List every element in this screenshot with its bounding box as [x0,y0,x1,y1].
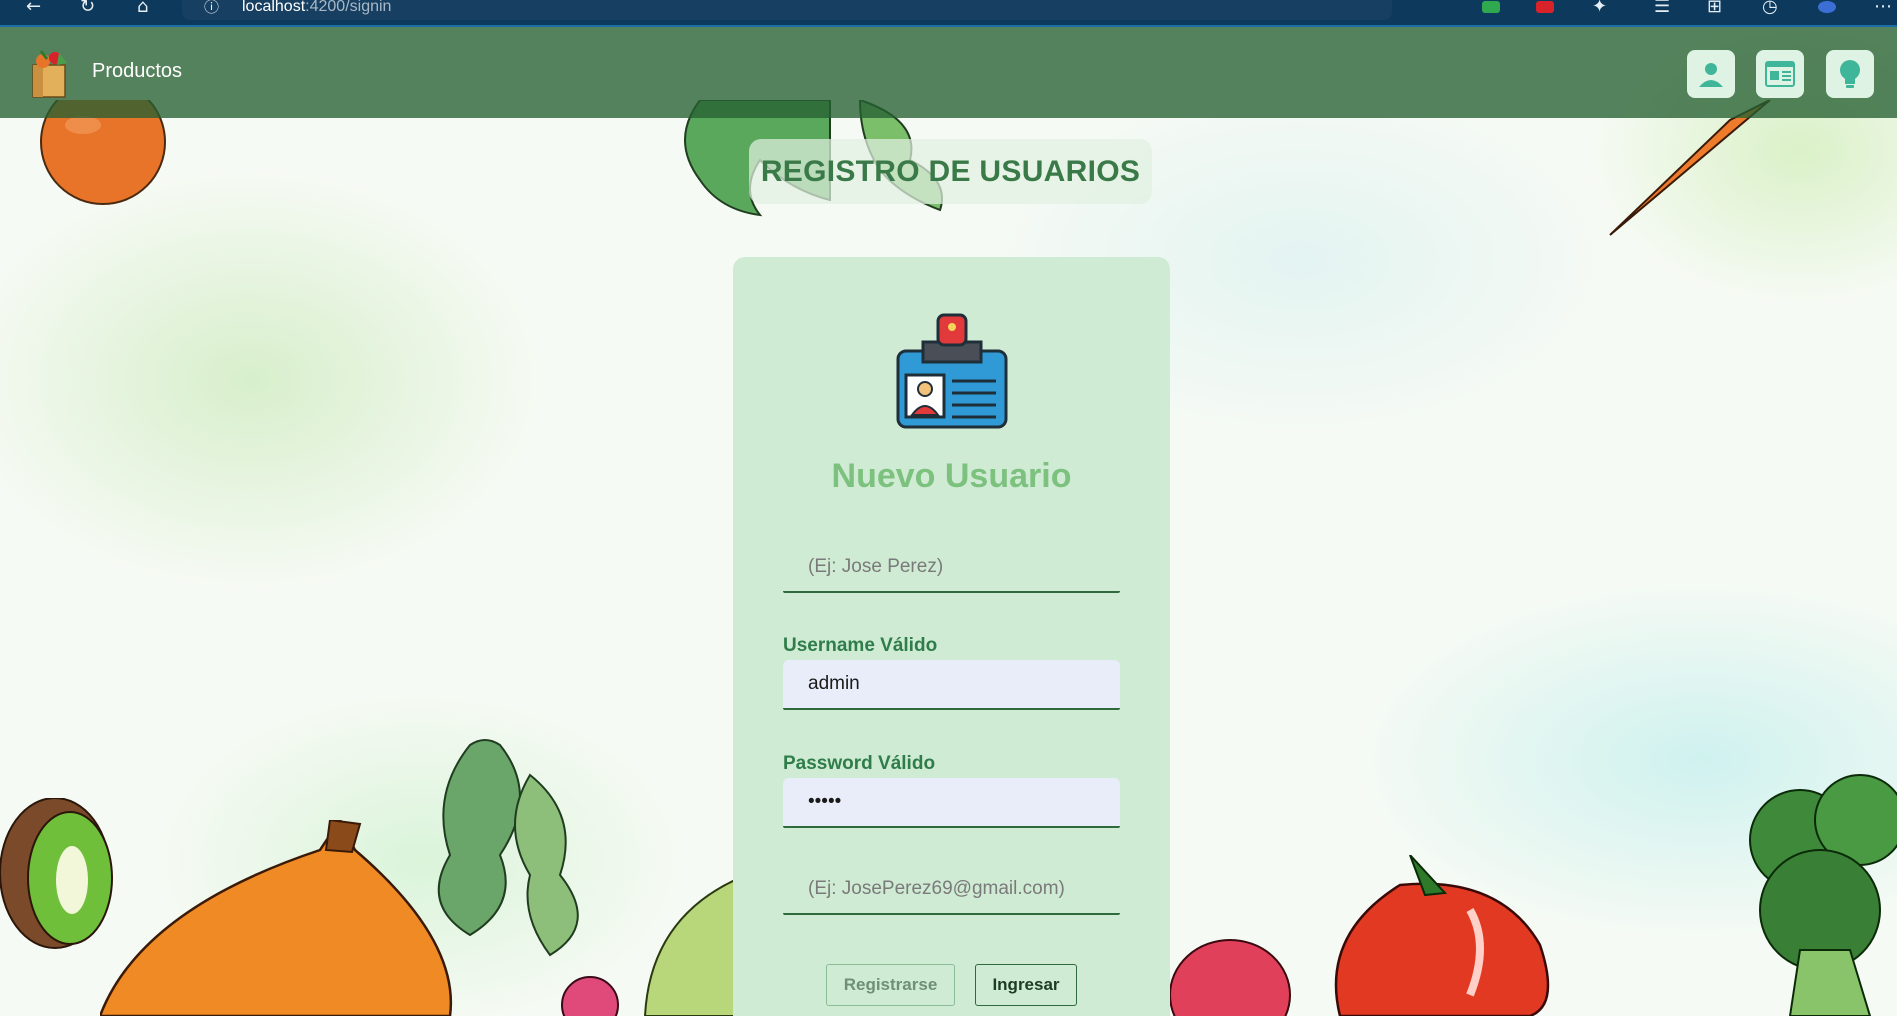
title-badge: REGISTRO DE USUARIOS [749,139,1152,204]
puzzle-extension-icon[interactable]: ✦ [1592,0,1607,16]
ideas-button[interactable] [1826,50,1874,98]
username-label: Username Válido [783,635,938,656]
more-menu-icon[interactable]: ⋯ [1874,0,1892,16]
info-icon[interactable]: ⓘ [204,0,219,15]
url-path: :4200/signin [305,0,392,15]
registration-card: Nuevo Usuario Username Válido Password V… [733,257,1170,1016]
address-bar[interactable]: ⓘ localhost:4200/signin [182,0,1392,20]
page-title: REGISTRO DE USUARIOS [760,154,1141,188]
favorites-icon[interactable]: ☰ [1654,0,1670,16]
url-text: localhost:4200/signin [242,0,392,15]
back-arrow-icon[interactable]: ← [26,0,41,16]
radish-leaves-illustration [437,739,619,1016]
username-input[interactable] [783,660,1120,710]
profile-avatar-icon[interactable] [1818,1,1836,13]
broccoli-illustration [1749,774,1897,1016]
form-heading: Nuevo Usuario [831,457,1072,495]
lightbulb-icon [1840,60,1860,88]
user-profile-button[interactable] [1687,50,1735,98]
dashboard-button[interactable] [1756,50,1804,98]
brand-title[interactable]: Productos [92,60,182,83]
browser-toolbar: ← ↻ ⌂ ⓘ localhost:4200/signin ✦ ☰ ⊞ ◷ ⋯ [0,0,1897,27]
register-button[interactable]: Registrarse [826,964,955,1006]
password-input[interactable] [783,778,1120,828]
password-label: Password Válido [783,753,936,774]
app-navbar: Productos [0,27,1897,118]
grocery-bag-icon[interactable] [29,49,71,99]
history-icon[interactable]: ◷ [1762,0,1778,16]
full-name-input[interactable] [783,543,1120,593]
collections-icon[interactable]: ⊞ [1707,0,1722,16]
login-button[interactable]: Ingresar [975,964,1077,1006]
pepper-illustration [1170,855,1550,1016]
email-input[interactable] [783,865,1120,915]
id-badge-icon [896,313,1008,429]
carrot-illustration [1609,100,1771,236]
refresh-icon[interactable]: ↻ [80,0,95,16]
user-icon [1699,63,1723,87]
home-icon[interactable]: ⌂ [137,0,148,16]
shield-extension-icon[interactable] [1482,1,1500,13]
video-extension-icon[interactable] [1536,1,1554,13]
dashboard-icon [1765,61,1795,87]
url-host: localhost [242,0,306,15]
garlic-illustration [643,880,735,1016]
